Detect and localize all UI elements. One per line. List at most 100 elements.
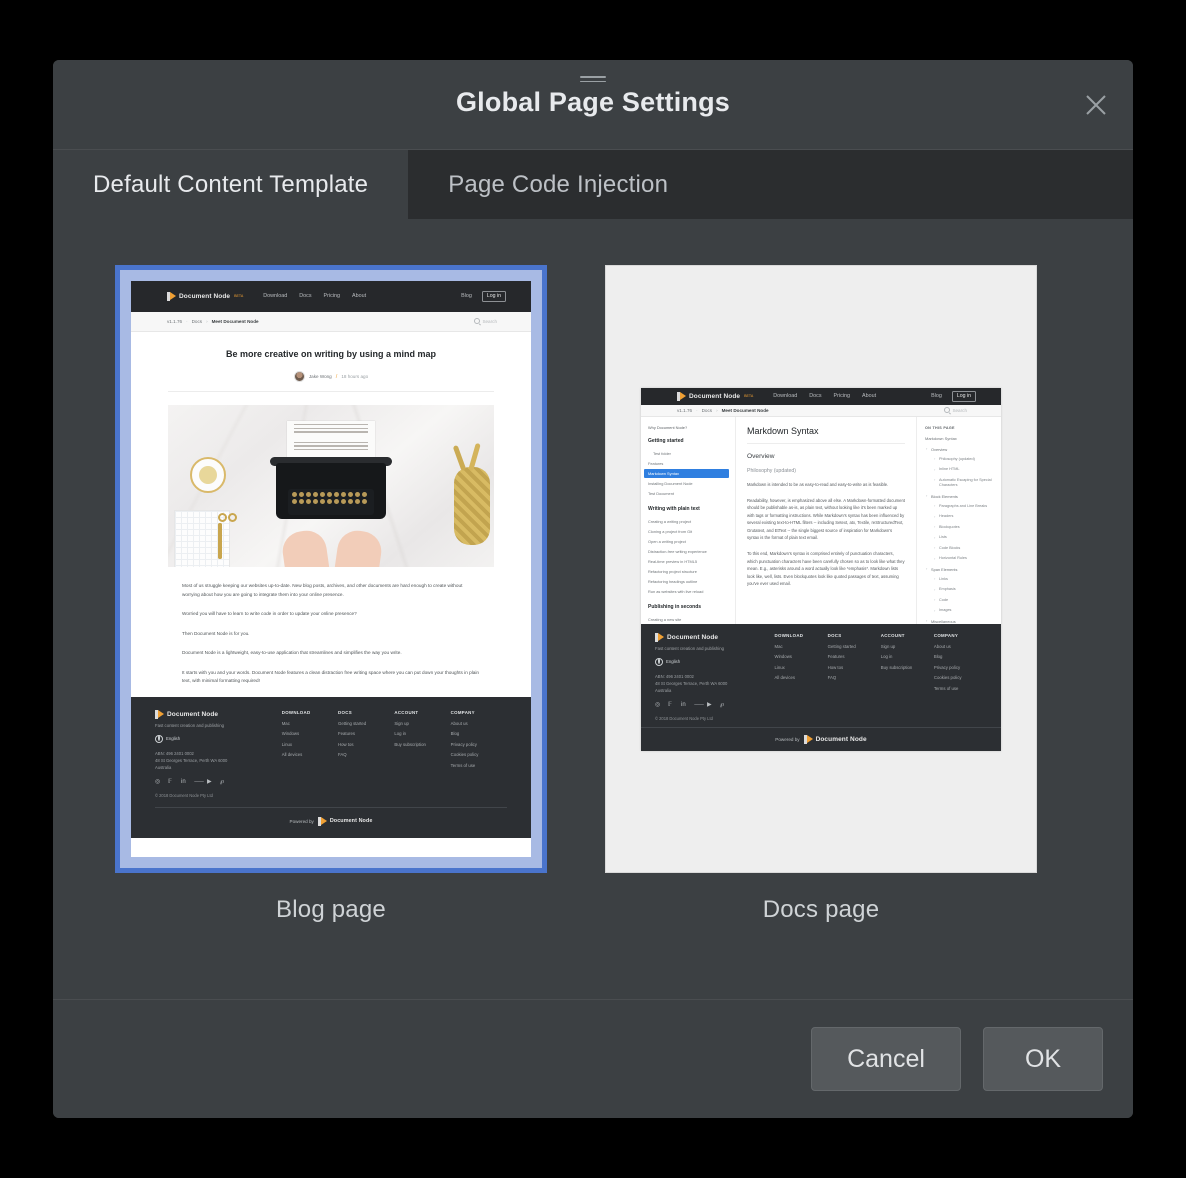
sidebar-item[interactable]: Refactoring project structure (644, 567, 729, 576)
toc-entry[interactable]: Code Blocks (934, 545, 995, 552)
rss-icon[interactable]: ◎ (655, 702, 662, 709)
login-button[interactable]: Log in (951, 390, 976, 402)
footer-link[interactable]: Terms of use (934, 686, 987, 691)
toc-entry[interactable]: Overview (926, 446, 995, 452)
youtube-icon[interactable]: ▶ (707, 702, 714, 709)
footer-link[interactable]: Log in (394, 731, 450, 736)
footer-link[interactable]: Log in (881, 654, 934, 659)
sidebar-item[interactable]: Real-time preview in HTML5 (644, 557, 729, 566)
toc-entry[interactable]: Span Elements (926, 566, 995, 572)
footer-link[interactable]: Linux (775, 665, 828, 670)
sidebar-item-features[interactable]: Features (644, 459, 729, 468)
footer-link[interactable]: Windows (775, 654, 828, 659)
sidebar-item-why-document-node[interactable]: Why Document Node? (648, 425, 729, 430)
footer-link[interactable]: Buy subscription (881, 665, 934, 670)
footer-link[interactable]: Terms of use (451, 763, 507, 768)
footer-link[interactable]: Buy subscription (394, 742, 450, 747)
toc-entry[interactable]: Lists (934, 535, 995, 541)
toc-entry[interactable]: Philosophy (updated) (934, 456, 995, 463)
pinterest-icon[interactable]: ℘ (220, 779, 227, 786)
toc-entry[interactable]: Emphasis (934, 587, 995, 593)
nav-item-download[interactable]: Download (773, 393, 797, 399)
footer-link[interactable]: About us (934, 644, 987, 649)
toc-entry[interactable]: Automatic Escaping for Special Character… (934, 477, 995, 489)
nav-item-about[interactable]: About (862, 393, 876, 399)
footer-link[interactable]: FAQ (828, 675, 881, 680)
docs-page-thumbnail[interactable]: Document Node BETA Download Docs Pricing… (605, 265, 1037, 873)
youtube-icon[interactable]: ▶ (207, 779, 214, 786)
footer-link[interactable]: Cookies policy (934, 675, 987, 680)
toc-entry[interactable]: Blockquotes (934, 524, 995, 531)
toc-entry[interactable]: Code (934, 597, 995, 604)
pinterest-icon[interactable]: ℘ (720, 702, 727, 709)
sidebar-item-test-document[interactable]: Test Document (644, 489, 729, 498)
blog-page-thumbnail[interactable]: Document Node BETA Download Docs Pricing… (115, 265, 547, 873)
drag-handle-icon[interactable] (580, 76, 606, 83)
footer-link[interactable]: Features (828, 654, 881, 659)
site-search[interactable]: Search (943, 407, 967, 413)
sidebar-item-markdown-syntax[interactable]: Markdown Syntax (644, 468, 729, 478)
breadcrumb-docs[interactable]: Docs (702, 408, 712, 413)
tab-default-content-template[interactable]: Default Content Template (53, 150, 409, 219)
twitter-icon[interactable]: ⸺ (194, 779, 204, 786)
footer-link[interactable]: FAQ (338, 752, 394, 757)
sidebar-item-installing-document-node[interactable]: Installing Document Node (644, 479, 729, 488)
sidebar-item[interactable]: Refactoring headings outline (644, 577, 729, 586)
footer-link[interactable]: Sign up (881, 644, 934, 649)
sidebar-item-test-folder[interactable]: Test folder (644, 449, 729, 458)
toc-entry[interactable]: Images (934, 608, 995, 614)
sidebar-item[interactable]: Run as websites with live reload (644, 587, 729, 596)
language-selector[interactable]: English (655, 657, 775, 666)
cancel-button[interactable]: Cancel (811, 1027, 961, 1091)
toc-entry[interactable]: Horizontal Rules (934, 556, 995, 562)
footer-link[interactable]: Getting started (828, 644, 881, 649)
linkedin-icon[interactable]: in (181, 779, 188, 786)
footer-link[interactable]: Mac (282, 721, 338, 726)
footer-link[interactable]: Mac (775, 644, 828, 649)
sidebar-item[interactable]: Cloning a project from Git (644, 527, 729, 536)
footer-link[interactable]: Blog (451, 731, 507, 736)
nav-item-blog[interactable]: Blog (461, 293, 472, 299)
footer-link[interactable]: About us (451, 721, 507, 726)
footer-link[interactable]: Cookies policy (451, 752, 507, 757)
footer-link[interactable]: All devices (775, 675, 828, 680)
toc-entry[interactable]: Paragraphs and Line Breaks (934, 503, 995, 510)
toc-entry[interactable]: Miscellaneous (926, 618, 995, 624)
close-icon[interactable] (1081, 90, 1111, 120)
footer-link[interactable]: Features (338, 731, 394, 736)
rss-icon[interactable]: ◎ (155, 779, 162, 786)
footer-link[interactable]: How tos (338, 742, 394, 747)
breadcrumb-docs[interactable]: Docs (192, 319, 202, 324)
template-card-docs-page[interactable]: Document Node BETA Download Docs Pricing… (605, 265, 1037, 924)
footer-link[interactable]: Privacy policy (934, 665, 987, 670)
toc-entry[interactable]: Inline HTML (934, 467, 995, 473)
sidebar-item[interactable]: Open a writing project (644, 537, 729, 546)
footer-link[interactable]: Blog (934, 654, 987, 659)
nav-item-download[interactable]: Download (263, 293, 287, 299)
nav-item-about[interactable]: About (352, 293, 366, 299)
twitter-icon[interactable]: ⸺ (694, 702, 704, 709)
nav-item-pricing[interactable]: Pricing (324, 293, 340, 299)
template-card-blog-page[interactable]: Document Node BETA Download Docs Pricing… (115, 265, 547, 924)
ok-button[interactable]: OK (983, 1027, 1103, 1091)
sidebar-item[interactable]: Distraction-free writing experience (644, 547, 729, 556)
footer-link[interactable]: Linux (282, 742, 338, 747)
footer-link[interactable]: How tos (828, 665, 881, 670)
facebook-icon[interactable]: 𝔽 (668, 702, 675, 709)
toc-entry[interactable]: Links (934, 576, 995, 583)
site-search[interactable]: Search (473, 318, 497, 325)
sidebar-item[interactable]: Creating a new site (644, 615, 729, 624)
tab-page-code-injection[interactable]: Page Code Injection (408, 150, 709, 219)
sidebar-item[interactable]: Creating a writing project (644, 517, 729, 526)
footer-link[interactable]: All devices (282, 752, 338, 757)
facebook-icon[interactable]: 𝔽 (168, 779, 175, 786)
toc-entry[interactable]: Headers (934, 514, 995, 520)
nav-item-pricing[interactable]: Pricing (834, 393, 850, 399)
footer-link[interactable]: Privacy policy (451, 742, 507, 747)
footer-link[interactable]: Sign up (394, 721, 450, 726)
nav-item-docs[interactable]: Docs (809, 393, 821, 399)
linkedin-icon[interactable]: in (681, 702, 688, 709)
login-button[interactable]: Log in (481, 290, 506, 302)
toc-entry[interactable]: Block Elements (926, 493, 995, 499)
nav-item-blog[interactable]: Blog (931, 393, 942, 399)
